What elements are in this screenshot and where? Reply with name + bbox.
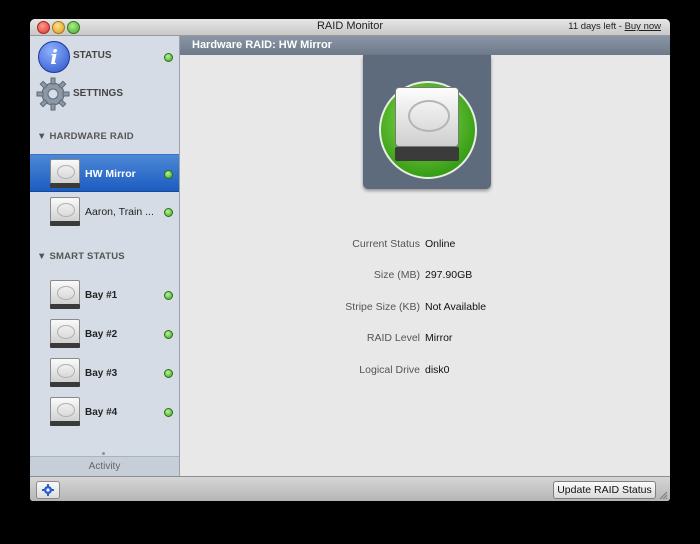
property-row: Logical Drive disk0 — [180, 364, 670, 380]
property-label: Stripe Size (KB) — [345, 301, 420, 313]
hard-drive-icon — [50, 278, 80, 310]
status-ok-icon — [164, 170, 173, 179]
sidebar-item-bay-4[interactable]: Bay #4 — [30, 393, 179, 429]
sidebar-item-status-label: STATUS — [73, 50, 112, 61]
sidebar-item-bay-3[interactable]: Bay #3 — [30, 354, 179, 390]
gear-icon — [36, 77, 70, 111]
resize-grip-icon[interactable] — [659, 491, 667, 499]
property-label: Size (MB) — [373, 269, 420, 281]
property-value: disk0 — [425, 364, 450, 376]
property-value: Online — [425, 238, 456, 250]
sidebar-item-label: Bay #4 — [85, 407, 118, 418]
main-panel: Hardware RAID: HW Mirror Current Status … — [180, 36, 670, 476]
hard-drive-icon — [50, 195, 80, 227]
sidebar-item-settings[interactable]: SETTINGS — [30, 76, 179, 112]
sidebar-item-aaron-train[interactable]: Aaron, Train ... — [30, 193, 179, 229]
gear-icon — [42, 484, 54, 496]
hardware-raid-header[interactable]: ▼ HARDWARE RAID — [37, 131, 134, 142]
title-bar: RAID Monitor 11 days left - Buy now — [30, 19, 670, 36]
sidebar-item-label: Aaron, Train ... — [85, 206, 154, 218]
property-row: Size (MB) 297.90GB — [180, 269, 670, 285]
hard-drive-icon — [395, 87, 459, 165]
sidebar-item-label: Bay #1 — [85, 290, 118, 301]
hard-drive-icon — [50, 356, 80, 388]
sidebar-item-hw-mirror[interactable]: HW Mirror — [30, 154, 179, 192]
property-row: Current Status Online — [180, 238, 670, 254]
sidebar-item-bay-2[interactable]: Bay #2 — [30, 315, 179, 351]
status-ok-icon — [164, 291, 173, 300]
property-value: Mirror — [425, 332, 453, 344]
property-value: 297.90GB — [425, 269, 473, 281]
splitter-handle[interactable] — [102, 452, 105, 455]
property-row: RAID Level Mirror — [180, 332, 670, 348]
property-label: RAID Level — [366, 332, 420, 344]
status-ok-icon — [164, 330, 173, 339]
property-row: Stripe Size (KB) Not Available — [180, 301, 670, 317]
info-icon: i — [38, 41, 70, 73]
trial-days-text: 11 days left - — [568, 21, 625, 32]
bottom-toolbar: Update RAID Status — [30, 476, 670, 501]
property-label: Current Status — [352, 238, 420, 250]
main-header-title: Hardware RAID: HW Mirror — [180, 36, 670, 55]
status-ok-icon — [164, 369, 173, 378]
sidebar-item-status[interactable]: i STATUS — [30, 38, 179, 74]
activity-panel-toggle[interactable]: Activity — [30, 456, 179, 477]
sidebar-item-label: HW Mirror — [85, 168, 136, 180]
sidebar-item-settings-label: SETTINGS — [73, 88, 124, 99]
app-window: RAID Monitor 11 days left - Buy now i ST… — [30, 19, 670, 501]
property-value: Not Available — [425, 301, 487, 313]
property-label: Logical Drive — [359, 364, 420, 376]
hard-drive-icon — [50, 395, 80, 427]
smart-status-header[interactable]: ▼ SMART STATUS — [37, 251, 125, 262]
settings-gear-button[interactable] — [36, 481, 60, 499]
sidebar-item-label: Bay #3 — [85, 368, 118, 379]
status-ok-icon — [164, 208, 173, 217]
trial-notice: 11 days left - Buy now — [568, 21, 661, 32]
update-raid-status-button[interactable]: Update RAID Status — [553, 481, 656, 499]
hard-drive-icon — [50, 157, 80, 189]
status-ok-icon — [164, 408, 173, 417]
hard-drive-icon — [50, 317, 80, 349]
buy-now-link[interactable]: Buy now — [625, 21, 661, 32]
sidebar-item-bay-1[interactable]: Bay #1 — [30, 276, 179, 312]
sidebar-item-label: Bay #2 — [85, 329, 118, 340]
sidebar: i STATUS SETTINGS ▼ HARDWARE RAID HW Mir… — [30, 36, 180, 477]
status-ok-icon — [164, 53, 173, 62]
drive-hero-panel — [363, 55, 491, 189]
